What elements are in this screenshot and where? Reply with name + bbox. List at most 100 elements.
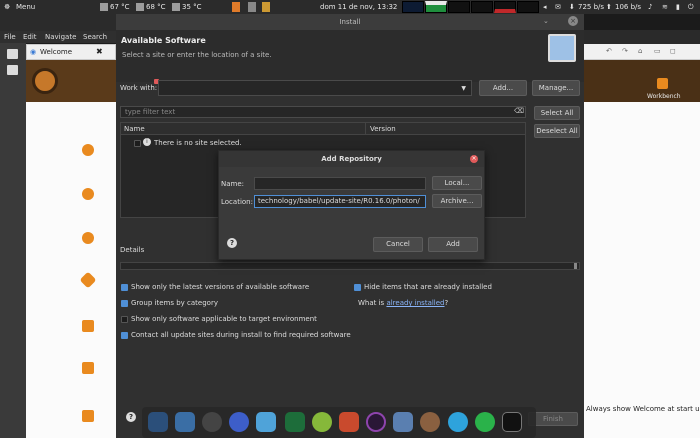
location-input[interactable]: technology/babel/update-site/R0.16.0/pho… [254, 195, 426, 208]
help-icon[interactable]: ? [126, 412, 136, 422]
plus-circle-icon[interactable] [82, 232, 94, 244]
clear-filter-icon[interactable]: ⌫ [514, 107, 524, 115]
toolbar-button[interactable] [7, 65, 18, 75]
app-icon[interactable] [232, 2, 240, 12]
user-app-icon[interactable] [420, 412, 440, 432]
work-with-combo[interactable]: ▼ [158, 80, 472, 96]
workbench-icon[interactable] [657, 78, 668, 89]
menu-edit[interactable]: Edit [23, 33, 37, 41]
eclipse-app-icon[interactable] [366, 412, 386, 432]
chevron-down-icon[interactable]: ▼ [461, 85, 466, 92]
panel-menu-label[interactable]: Menu [16, 0, 35, 14]
telegram-icon[interactable] [448, 412, 468, 432]
location-label: Location: [221, 198, 253, 206]
app-icon[interactable] [262, 2, 270, 12]
name-input[interactable] [254, 177, 426, 190]
maximize-icon[interactable]: ◻ [670, 47, 676, 55]
add-button[interactable]: Add [428, 237, 478, 252]
contact-sites-checkbox[interactable] [121, 332, 128, 339]
app-icon[interactable] [248, 2, 256, 12]
deselect-all-button[interactable]: Deselect All [534, 124, 580, 138]
toolbar-button[interactable] [7, 49, 18, 59]
speaker-icon[interactable]: ♪ [648, 0, 652, 14]
target-env-checkbox[interactable] [121, 316, 128, 323]
chat-icon[interactable]: ✉ [555, 0, 561, 14]
home-icon[interactable]: ⌂ [638, 47, 642, 55]
add-site-button[interactable]: Add... [479, 80, 527, 96]
disk-temp-icon [172, 3, 180, 11]
cpu-graph [402, 1, 424, 13]
terminal-icon[interactable] [502, 412, 522, 432]
document-icon[interactable] [82, 410, 94, 422]
welcome-tab[interactable]: ◉ Welcome ✖ [26, 44, 116, 60]
row-checkbox[interactable] [134, 140, 141, 147]
workbench-label[interactable]: Workbench [647, 93, 681, 100]
linux-app-icon[interactable] [202, 412, 222, 432]
power-icon[interactable]: ⏻ [688, 0, 694, 14]
cloud-app-icon[interactable] [256, 412, 276, 432]
plus-circle-icon[interactable] [82, 188, 94, 200]
cancel-button[interactable]: Cancel [373, 237, 423, 252]
firefox-icon[interactable] [229, 412, 249, 432]
col-version[interactable]: Version [370, 125, 396, 133]
menu-file[interactable]: File [4, 33, 16, 41]
close-tab-icon[interactable]: ✖ [96, 47, 103, 56]
table-header: Name Version [121, 123, 525, 135]
spreadsheet-app-icon[interactable] [285, 412, 305, 432]
back-icon[interactable]: ↶ [606, 47, 612, 55]
close-icon[interactable]: × [568, 16, 578, 26]
whatsapp-icon[interactable] [475, 412, 495, 432]
hide-installed-label: Hide items that are already installed [364, 283, 492, 291]
menu-icon[interactable]: ☸ [4, 0, 10, 14]
android-app-icon[interactable] [312, 412, 332, 432]
always-show-label[interactable]: Always show Welcome at start up [586, 405, 700, 413]
welcome-header [26, 60, 116, 102]
temp-2: 68 °C [146, 3, 166, 11]
git-icon[interactable] [79, 271, 97, 289]
target-env-label: Show only software applicable to target … [131, 315, 317, 323]
eclipse-toolbar [0, 43, 26, 438]
filter-input[interactable]: type filter text [120, 106, 526, 118]
menu-search[interactable]: Search [83, 33, 107, 41]
load-graph [471, 1, 493, 13]
local-button[interactable]: Local... [432, 176, 482, 190]
hide-installed-checkbox[interactable] [354, 284, 361, 291]
already-installed-link[interactable]: already installed [386, 299, 444, 307]
archive-button[interactable]: Archive... [432, 194, 482, 208]
details-scrollbar[interactable] [574, 263, 577, 269]
help-icon[interactable]: ? [227, 238, 237, 248]
group-items-label: Group items by category [131, 299, 218, 307]
battery-icon[interactable]: ▮ [676, 0, 680, 14]
globe-icon: ◉ [30, 48, 37, 56]
eclipse-logo-icon [32, 68, 58, 94]
wifi-icon[interactable]: ≋ [662, 0, 668, 14]
gear-icon[interactable] [82, 144, 94, 156]
select-all-button[interactable]: Select All [534, 106, 580, 120]
close-icon[interactable]: × [470, 155, 478, 163]
clock[interactable]: dom 11 de nov, 13:32 [320, 0, 397, 14]
sound-icon[interactable]: ◂ [543, 0, 547, 14]
menu-navigate[interactable]: Navigate [45, 33, 76, 41]
download-app-icon[interactable] [175, 412, 195, 432]
forward-icon[interactable]: ↷ [622, 47, 628, 55]
group-items-checkbox[interactable] [121, 300, 128, 307]
net-down-arrow-icon: ⬇ [569, 3, 575, 11]
welcome-toolbar: ↶ ↷ ⌂ ▭ ◻ [584, 44, 700, 60]
top-panel: ☸ Menu 67 °C 68 °C 35 °C dom 11 de nov, … [0, 0, 700, 14]
add-repository-title: Add Repository [219, 151, 484, 167]
import-icon[interactable] [82, 320, 94, 332]
minimize-icon[interactable]: ⌄ [543, 17, 549, 25]
latest-versions-checkbox[interactable] [121, 284, 128, 291]
welcome-body-right: Always show Welcome at start up [584, 102, 700, 438]
cpu-temp-icon [100, 3, 108, 11]
install-icon[interactable] [82, 362, 94, 374]
anchor-app-icon[interactable] [148, 412, 168, 432]
install-heading: Available Software [121, 36, 206, 45]
manage-button[interactable]: Manage... [532, 80, 580, 96]
cube-app-icon[interactable] [339, 412, 359, 432]
col-name[interactable]: Name [124, 125, 145, 133]
vscode-app-icon[interactable] [393, 412, 413, 432]
desktop: ☸ Menu 67 °C 68 °C 35 °C dom 11 de nov, … [0, 0, 700, 438]
install-title: Install [116, 14, 584, 30]
minimize-icon[interactable]: ▭ [654, 47, 661, 55]
